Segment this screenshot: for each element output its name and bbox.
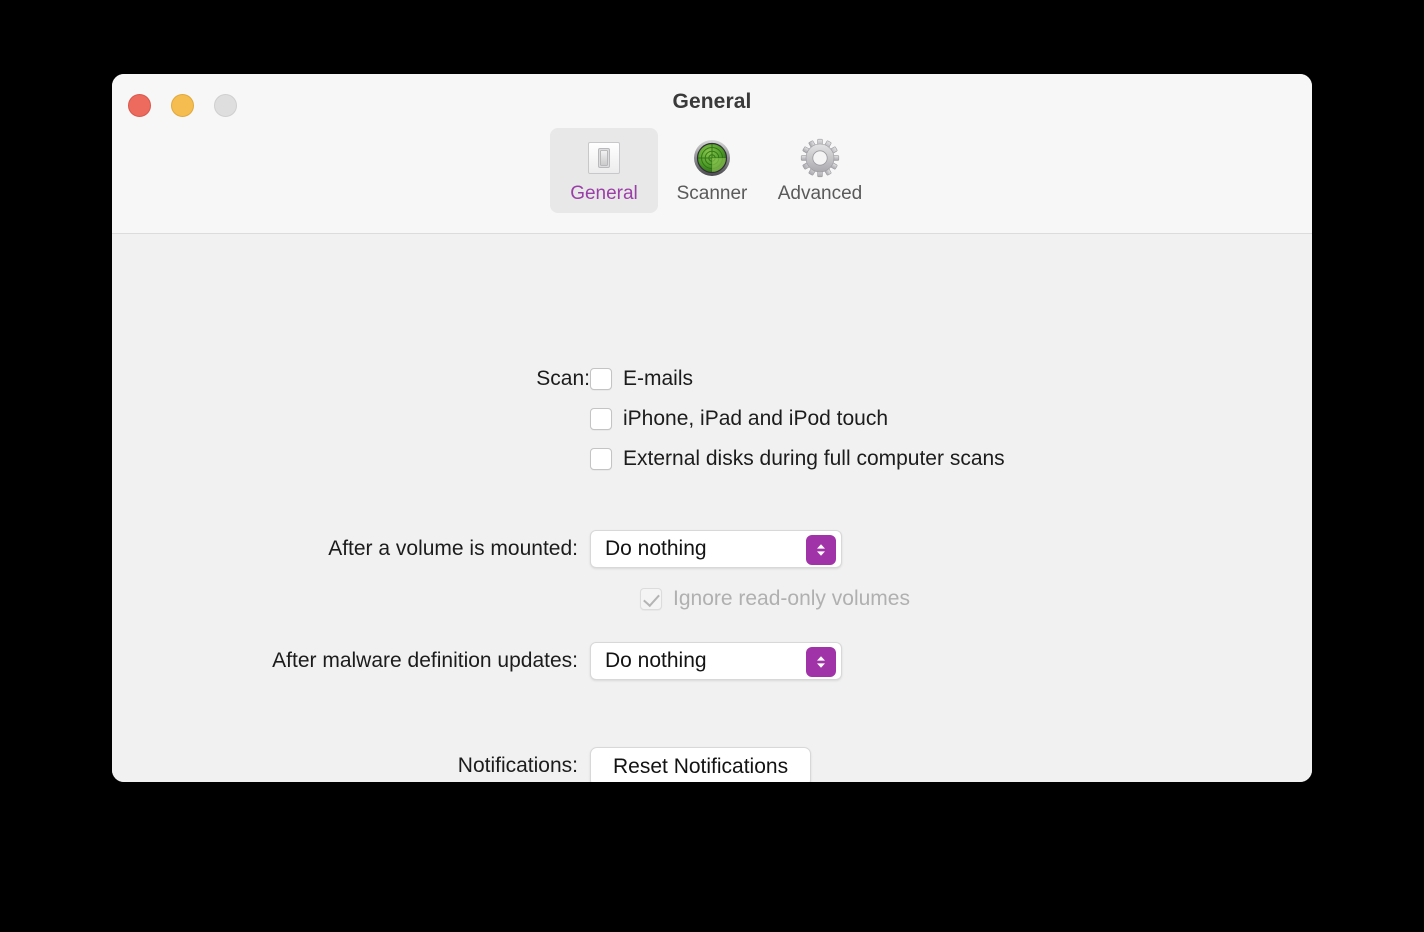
- tab-advanced-label: Advanced: [777, 183, 863, 204]
- preferences-window: General General Scanner Advanced Scan: E…: [112, 74, 1312, 782]
- checkbox-external-disks-label: External disks during full computer scan…: [623, 447, 1005, 470]
- checkbox-ignore-readonly: Ignore read-only volumes: [640, 582, 910, 616]
- chevron-updown-icon[interactable]: [806, 535, 836, 565]
- checkbox-external-disks[interactable]: External disks during full computer scan…: [590, 442, 1005, 476]
- tab-scanner-label: Scanner: [676, 183, 748, 204]
- window-title: General: [672, 90, 752, 113]
- checkbox-emails[interactable]: E-mails: [590, 362, 693, 396]
- tab-advanced[interactable]: Advanced: [766, 128, 874, 213]
- malware-updates-label: After malware definition updates:: [272, 649, 578, 672]
- ignore-readonly-wrap: Ignore read-only volumes: [640, 582, 910, 616]
- reset-notifications-button[interactable]: Reset Notifications: [590, 747, 812, 782]
- checkbox-ios-devices[interactable]: iPhone, iPad and iPod touch: [590, 402, 888, 436]
- malware-updates-popup-wrap: Do nothing: [590, 642, 842, 680]
- chevron-updown-icon[interactable]: [806, 647, 836, 677]
- tab-general-label: General: [570, 183, 638, 204]
- notifications-label-wrap: Notifications:: [112, 751, 578, 781]
- volume-mounted-select[interactable]: Do nothing: [590, 530, 842, 568]
- checkbox-ignore-readonly-box: [640, 588, 662, 610]
- malware-updates-label-wrap: After malware definition updates:: [112, 646, 578, 676]
- checkbox-ignore-readonly-label: Ignore read-only volumes: [673, 587, 910, 610]
- volume-mounted-popup-wrap: Do nothing: [590, 530, 842, 568]
- volume-mounted-label-wrap: After a volume is mounted:: [112, 534, 578, 564]
- tab-scanner[interactable]: Scanner: [658, 128, 766, 213]
- light-switch-icon: [582, 136, 626, 180]
- radar-icon: [690, 136, 734, 180]
- tab-general[interactable]: General: [550, 128, 658, 213]
- notifications-group: Reset Notifications Resets any notificat…: [590, 747, 1027, 782]
- checkbox-emails-label: E-mails: [623, 367, 694, 390]
- malware-updates-value: Do nothing: [605, 649, 707, 672]
- checkbox-ios-devices-label: iPhone, iPad and iPod touch: [623, 407, 889, 430]
- malware-updates-select[interactable]: Do nothing: [590, 642, 842, 680]
- checkbox-emails-box[interactable]: [590, 368, 612, 390]
- scan-label: Scan:: [536, 367, 590, 390]
- checkbox-external-disks-box[interactable]: [590, 448, 612, 470]
- window-titlebar: General General Scanner Advanced: [112, 74, 1312, 234]
- toolbar-tabs: General Scanner Advanced: [112, 128, 1312, 213]
- volume-mounted-value: Do nothing: [605, 537, 707, 560]
- preferences-content: Scan: E-mails iPhone, iPad and iPod touc…: [112, 234, 1312, 782]
- notifications-label: Notifications:: [457, 754, 578, 777]
- gear-icon: [798, 136, 842, 180]
- volume-mounted-label: After a volume is mounted:: [328, 537, 578, 560]
- scan-options-group: E-mails iPhone, iPad and iPod touch Exte…: [590, 362, 1005, 476]
- checkbox-ios-devices-box[interactable]: [590, 408, 612, 430]
- scan-label-wrap: Scan:: [112, 364, 590, 394]
